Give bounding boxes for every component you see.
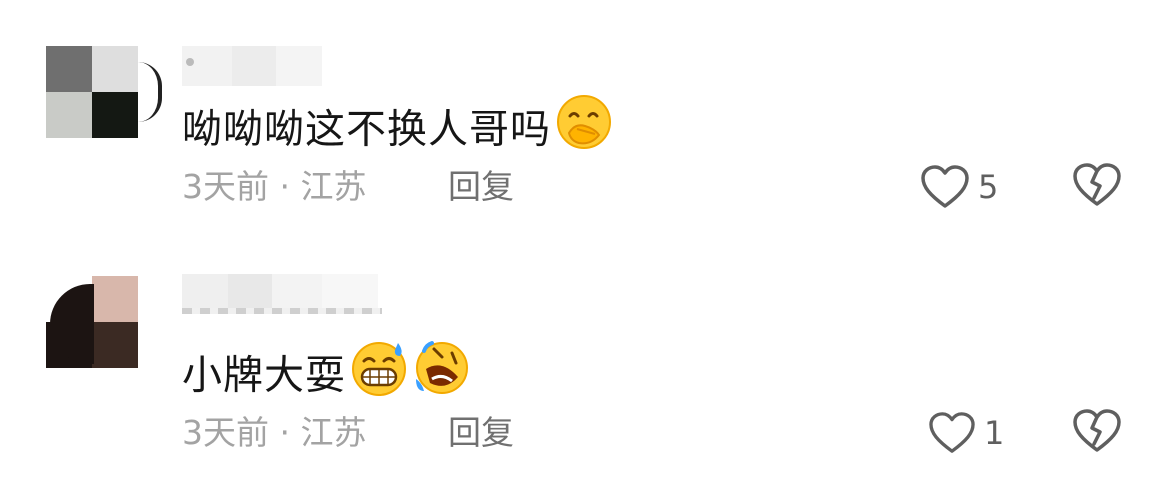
avatar-edge-mark — [138, 62, 162, 122]
comment-body: 小牌大耍 — [182, 352, 346, 399]
comment-time-location: 3天前 · 江苏 — [182, 167, 367, 206]
broken-heart-icon — [1072, 162, 1122, 208]
like-count: 5 — [978, 168, 999, 206]
avatar[interactable] — [46, 46, 138, 138]
hand-over-mouth-emoji — [555, 93, 613, 164]
like-button[interactable]: 5 — [920, 162, 998, 212]
dislike-button[interactable] — [1072, 408, 1122, 458]
heart-outline-icon — [928, 411, 976, 455]
broken-heart-icon — [1072, 408, 1122, 454]
rolling-on-floor-laughing-emoji — [412, 339, 470, 410]
avatar[interactable] — [46, 276, 138, 368]
grinning-sweat-emoji — [350, 339, 408, 410]
heart-outline-icon — [920, 164, 970, 210]
reply-button[interactable]: 回复 — [448, 167, 514, 207]
comment-time-location: 3天前 · 江苏 — [182, 413, 367, 452]
username-redacted[interactable] — [182, 46, 322, 86]
reply-button[interactable]: 回复 — [448, 413, 514, 453]
username-redacted[interactable] — [182, 274, 382, 314]
like-count: 1 — [984, 414, 1005, 452]
like-button[interactable]: 1 — [928, 408, 1004, 458]
comment-item: 呦呦呦这不换人哥吗 3天前 · 江苏 回复 5 — [0, 0, 1170, 240]
comment-item: 小牌大耍 3天前 · 江苏 回复 1 — [0, 240, 1170, 480]
comment-body: 呦呦呦这不换人哥吗 — [182, 106, 551, 153]
dislike-button[interactable] — [1072, 162, 1122, 212]
comment-text: 呦呦呦这不换人哥吗 — [182, 93, 613, 167]
comment-text: 小牌大耍 — [182, 339, 470, 413]
